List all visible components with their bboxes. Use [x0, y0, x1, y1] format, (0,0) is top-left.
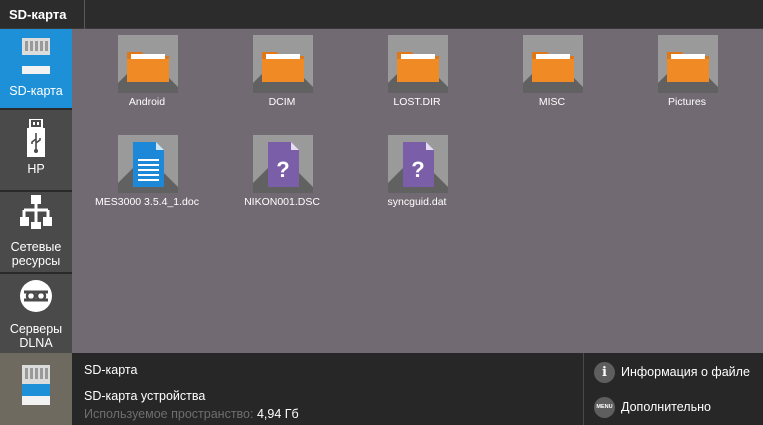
- storage-title: SD-карта: [84, 363, 138, 377]
- unknown-file-thumbnail: ?: [388, 135, 448, 193]
- sd-card-icon: [22, 365, 50, 405]
- sidebar-item-label-line2: ресурсы: [11, 254, 61, 268]
- sidebar-item-label-line2: DLNA: [19, 336, 53, 350]
- file-name: LOST.DIR: [393, 96, 441, 108]
- space-value: 4,94 Гб: [256, 407, 299, 421]
- action-panel: i Информация о файле MENU Дополнительно: [583, 353, 763, 425]
- sd-card-icon: [22, 38, 50, 74]
- file-name: DCIM: [268, 96, 296, 108]
- file-item-folder[interactable]: Pictures: [622, 29, 752, 129]
- folder-icon: [262, 52, 304, 82]
- file-name: syncguid.dat: [387, 196, 447, 208]
- tab-sd-card[interactable]: SD-карта: [0, 0, 85, 29]
- file-grid: Android DCIM LOST.DIR MISC Pictures MES3…: [72, 29, 763, 353]
- network-icon: [20, 195, 52, 229]
- info-icon: i: [594, 362, 615, 383]
- file-name: MES3000 3.5.4_1.doc: [95, 196, 199, 208]
- sidebar: SD-карта НР Сетевые ресурсы Серверы DLNA: [0, 29, 72, 353]
- folder-thumbnail: [388, 35, 448, 93]
- sidebar-item-dlna[interactable]: Серверы DLNA: [0, 274, 72, 353]
- file-name: NIKON001.DSC: [244, 196, 320, 208]
- sidebar-item-sd-card[interactable]: SD-карта: [0, 29, 72, 110]
- dlna-icon: [20, 280, 52, 312]
- file-item-folder[interactable]: LOST.DIR: [352, 29, 482, 129]
- sidebar-item-label: НР: [27, 162, 45, 176]
- storage-space: Используемое пространство: 4,94 Гб: [84, 407, 299, 421]
- bottom-info-bar: SD-карта SD-карта устройства Используемо…: [0, 353, 763, 425]
- top-bar: SD-карта: [0, 0, 763, 29]
- file-name: Pictures: [668, 96, 706, 108]
- sidebar-item-label-line1: Сетевые: [10, 240, 62, 254]
- folder-icon: [127, 52, 169, 82]
- file-item-folder[interactable]: DCIM: [217, 29, 347, 129]
- folder-icon: [397, 52, 439, 82]
- sidebar-item-network[interactable]: Сетевые ресурсы: [0, 192, 72, 274]
- file-manager-app: SD-карта SD-карта НР Сетевые ресурсы Сер…: [0, 0, 763, 425]
- folder-icon: [532, 52, 574, 82]
- document-thumbnail: [118, 135, 178, 193]
- sidebar-item-usb[interactable]: НР: [0, 110, 72, 192]
- usb-icon: [27, 119, 45, 157]
- file-item-folder[interactable]: MISC: [487, 29, 617, 129]
- file-item-unknown[interactable]: ? syncguid.dat: [352, 129, 482, 229]
- space-label: Используемое пространство:: [84, 407, 254, 421]
- file-item-folder[interactable]: Android: [82, 29, 212, 129]
- storage-thumbnail: [0, 353, 72, 425]
- menu-icon: MENU: [594, 397, 615, 418]
- file-info-label: Информация о файле: [621, 365, 750, 379]
- svg-text:?: ?: [411, 157, 424, 182]
- folder-thumbnail: [658, 35, 718, 93]
- more-label: Дополнительно: [621, 400, 711, 414]
- svg-text:?: ?: [276, 157, 289, 182]
- folder-thumbnail: [523, 35, 583, 93]
- sidebar-item-label: SD-карта: [9, 84, 63, 98]
- storage-subtitle: SD-карта устройства: [84, 389, 206, 403]
- unknown-file-icon: ?: [403, 142, 434, 187]
- unknown-file-icon: ?: [268, 142, 299, 187]
- file-name: Android: [128, 96, 166, 108]
- folder-icon: [667, 52, 709, 82]
- file-name: MISC: [538, 96, 566, 108]
- document-icon: [133, 142, 164, 187]
- file-item-unknown[interactable]: ? NIKON001.DSC: [217, 129, 347, 229]
- sidebar-item-label-line1: Серверы: [9, 322, 63, 336]
- folder-thumbnail: [253, 35, 313, 93]
- file-item-document[interactable]: MES3000 3.5.4_1.doc: [82, 129, 212, 229]
- unknown-file-thumbnail: ?: [253, 135, 313, 193]
- folder-thumbnail: [118, 35, 178, 93]
